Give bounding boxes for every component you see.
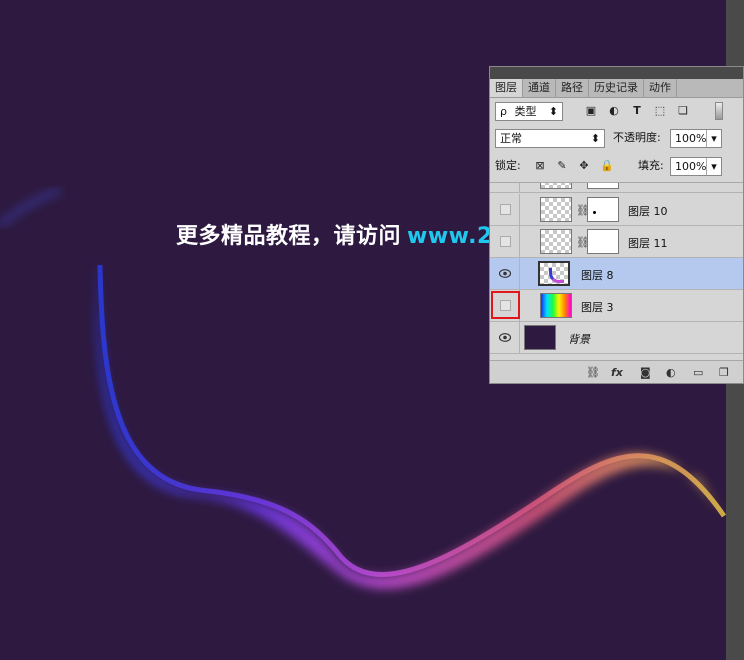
shape-filter-icon[interactable]: ⬚: [654, 105, 666, 117]
layer-thumbnail: [540, 183, 572, 189]
tab-channels[interactable]: 通道: [523, 79, 556, 97]
search-icon: ρ: [500, 105, 507, 118]
chevron-down-icon[interactable]: ▾: [706, 158, 721, 175]
link-layers-icon[interactable]: ⛓: [586, 366, 600, 379]
visibility-off-box[interactable]: [500, 204, 511, 215]
layer-mask-thumbnail: [587, 229, 619, 254]
layer-row-8[interactable]: 图层 8: [490, 258, 743, 290]
watermark-message: 更多精品教程，请访问: [176, 224, 402, 249]
lock-pixels-icon[interactable]: ✎: [556, 160, 568, 172]
layer-name[interactable]: 背景: [568, 331, 590, 347]
layer-row-partial[interactable]: [490, 183, 743, 193]
lock-label: 锁定:: [495, 159, 521, 172]
eye-icon[interactable]: [499, 333, 511, 342]
smart-object-filter-icon[interactable]: ❏: [677, 105, 689, 117]
layer-name[interactable]: 图层 8: [581, 267, 614, 283]
select-arrows-icon: ⬍: [590, 132, 600, 145]
eye-icon[interactable]: [499, 269, 511, 278]
blend-mode-value: 正常: [500, 132, 522, 145]
layer-mask-thumbnail: [587, 197, 619, 222]
type-filter-icon[interactable]: T: [631, 105, 643, 117]
select-arrows-icon: ⬍: [548, 105, 558, 118]
visibility-cell[interactable]: [490, 183, 520, 193]
new-group-icon[interactable]: ▭: [693, 366, 703, 379]
layer-name[interactable]: 图层 11: [628, 235, 668, 251]
tab-actions[interactable]: 动作: [644, 79, 677, 97]
layer-name[interactable]: 图层 3: [581, 299, 614, 315]
highlight-box: [491, 291, 520, 319]
layer-thumbnail: [538, 261, 570, 286]
add-mask-icon[interactable]: ◙: [640, 366, 651, 379]
layer-row-11[interactable]: ⛓ 图层 11: [490, 226, 743, 258]
blend-mode-select[interactable]: 正常 ⬍: [495, 129, 605, 148]
layer-thumbnail: [540, 229, 572, 254]
layers-bottom-toolbar: ⛓ fx ◙ ◐ ▭ ❐: [490, 360, 743, 383]
layer-row-10[interactable]: ⛓ 图层 10: [490, 194, 743, 226]
visibility-cell[interactable]: [490, 290, 520, 322]
adjustment-filter-icon[interactable]: ◐: [608, 105, 620, 117]
filter-kind-select[interactable]: ρ 类型 ⬍: [495, 102, 563, 121]
lock-position-icon[interactable]: ✥: [578, 160, 590, 172]
visibility-cell[interactable]: [490, 226, 520, 258]
opacity-input[interactable]: 100% ▾: [670, 129, 722, 148]
layer-list: ⛓ 图层 10 ⛓ 图层 11 图层 8 图层 3 背景: [490, 182, 743, 361]
visibility-cell[interactable]: [490, 322, 520, 354]
tab-history[interactable]: 历史记录: [589, 79, 644, 97]
fill-label: 填充:: [638, 159, 664, 172]
new-layer-icon[interactable]: ❐: [719, 366, 729, 379]
filter-toggle-switch[interactable]: [715, 102, 723, 120]
gradient-thumbnail: [540, 293, 572, 318]
lock-all-icon[interactable]: 🔒: [600, 160, 614, 172]
fill-value: 100%: [675, 160, 707, 173]
chevron-down-icon[interactable]: ▾: [706, 130, 721, 147]
adjustment-layer-icon[interactable]: ◐: [666, 366, 676, 379]
layer-mask-thumbnail: [587, 183, 619, 189]
filter-kind-label: 类型: [514, 105, 537, 118]
opacity-value: 100%: [675, 132, 707, 145]
pixel-filter-icon[interactable]: ▣: [585, 105, 597, 117]
layer-row-background[interactable]: 背景: [490, 322, 743, 354]
fill-input[interactable]: 100% ▾: [670, 157, 722, 176]
tab-layers[interactable]: 图层: [490, 79, 523, 97]
visibility-cell[interactable]: [490, 194, 520, 226]
layer-style-icon[interactable]: fx: [611, 366, 623, 379]
layers-panel: 图层 通道 路径 历史记录 动作 ρ 类型 ⬍ ▣ ◐ T ⬚ ❏ 正常 ⬍ 不…: [489, 66, 744, 384]
opacity-label: 不透明度:: [613, 131, 661, 144]
layer-name[interactable]: 图层 10: [628, 203, 668, 219]
visibility-off-box[interactable]: [500, 236, 511, 247]
panel-title-bar[interactable]: [490, 67, 743, 79]
layer-row-3[interactable]: 图层 3: [490, 290, 743, 322]
lock-transparency-icon[interactable]: ⊠: [534, 160, 546, 172]
panel-tabs: 图层 通道 路径 历史记录 动作: [490, 79, 743, 98]
tab-paths[interactable]: 路径: [556, 79, 589, 97]
layer-thumbnail: [540, 197, 572, 222]
visibility-cell[interactable]: [490, 258, 520, 290]
background-thumbnail: [524, 325, 556, 350]
